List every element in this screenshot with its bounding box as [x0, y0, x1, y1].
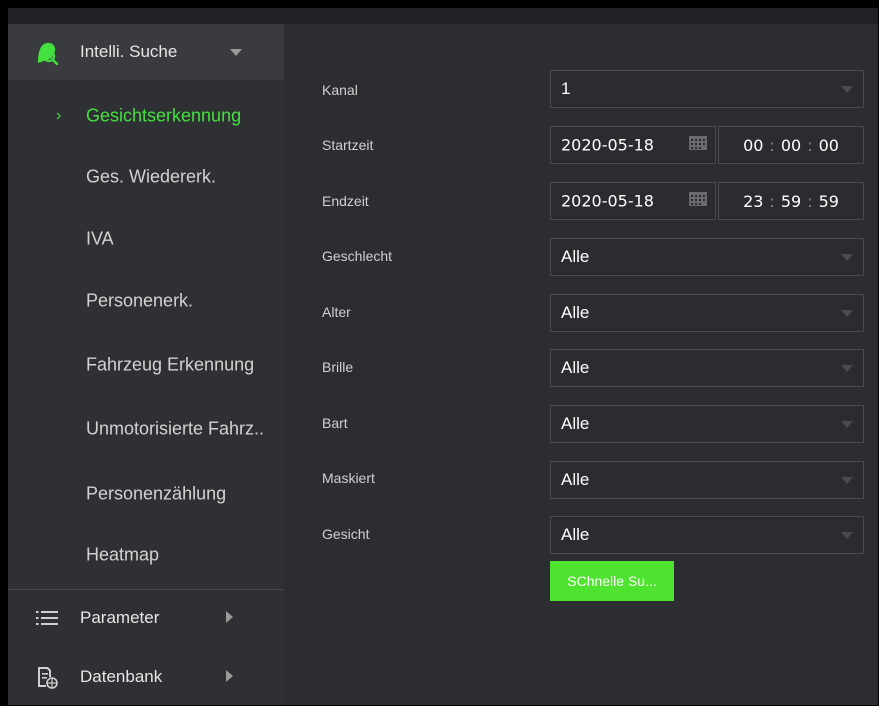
sidebar-section-parameter[interactable]: Parameter	[8, 590, 284, 646]
top-bar	[8, 8, 878, 25]
bart-label: Bart	[322, 415, 348, 431]
start-minute[interactable]: 00	[781, 136, 801, 155]
sidebar-item-personenerk[interactable]: Personenerk.	[8, 271, 284, 331]
list-icon	[34, 605, 60, 631]
time-separator: :	[769, 191, 775, 211]
sidebar-section-intelli-suche[interactable]: Intelli. Suche	[8, 24, 284, 80]
sidebar-item-label: IVA	[86, 228, 114, 249]
sidebar-item-label: Fahrzeug Erkennung	[86, 354, 255, 375]
chevron-right-icon: ›	[56, 107, 62, 124]
end-date-value: 2020-05-18	[561, 191, 654, 211]
dropdown-arrow-icon	[841, 470, 853, 490]
sidebar-section-datenbank[interactable]: Datenbank	[8, 649, 284, 705]
kanal-select[interactable]: 1	[550, 70, 864, 108]
start-time-field[interactable]: 00 : 00 : 00	[718, 126, 864, 164]
sidebar-item-label: Gesichtserkennung	[86, 105, 242, 126]
sidebar-item-label: Unmotorisierte Fahrz..	[86, 418, 265, 439]
calendar-icon[interactable]	[689, 191, 707, 211]
dropdown-arrow-icon	[841, 525, 853, 545]
caret-right-icon	[226, 608, 234, 628]
end-hour[interactable]: 23	[743, 192, 763, 211]
maskiert-select[interactable]: Alle	[550, 461, 864, 499]
caret-down-icon	[230, 42, 242, 62]
sidebar-section-label: Intelli. Suche	[80, 42, 178, 61]
sidebar-item-label: Heatmap	[86, 544, 160, 565]
quick-search-button[interactable]: SChnelle Su...	[550, 561, 674, 601]
brille-label: Brille	[322, 359, 354, 375]
sidebar-item-label: Personenerk.	[86, 290, 194, 311]
alter-value: Alle	[561, 303, 590, 322]
sidebar-item-heatmap[interactable]: Heatmap	[8, 525, 284, 585]
sidebar-item-fahrzeug-erkennung[interactable]: Fahrzeug Erkennung	[8, 335, 284, 395]
kanal-label: Kanal	[322, 82, 358, 98]
start-hour[interactable]: 00	[743, 136, 763, 155]
maskiert-label: Maskiert	[322, 470, 375, 486]
time-separator: :	[807, 191, 813, 211]
database-icon	[34, 664, 60, 690]
start-date-field[interactable]: 2020-05-18	[550, 126, 716, 164]
sidebar-item-personenzaehlung[interactable]: Personenzählung	[8, 464, 284, 524]
end-second[interactable]: 59	[819, 192, 839, 211]
sidebar-item-iva[interactable]: IVA	[8, 209, 284, 269]
time-separator: :	[807, 135, 813, 155]
geschlecht-value: Alle	[561, 247, 590, 266]
gesicht-value: Alle	[561, 525, 590, 544]
sidebar-item-label: Personenzählung	[86, 483, 227, 504]
endzeit-label: Endzeit	[322, 193, 369, 209]
maskiert-value: Alle	[561, 470, 590, 489]
face-search-icon	[34, 39, 60, 66]
dropdown-arrow-icon	[841, 79, 853, 99]
search-form-panel: Kanal 1 Startzeit 2020-05-18 00: 00: 0…	[284, 24, 878, 705]
caret-right-icon	[226, 667, 234, 687]
start-second[interactable]: 00	[819, 136, 839, 155]
start-date-value: 2020-05-18	[561, 135, 654, 155]
sidebar: Intelli. Suche › Gesichtserkennung Ges. …	[8, 24, 284, 705]
gesicht-label: Gesicht	[322, 526, 370, 542]
bart-select[interactable]: Alle	[550, 405, 864, 443]
dropdown-arrow-icon	[841, 414, 853, 434]
dropdown-arrow-icon	[841, 358, 853, 378]
geschlecht-label: Geschlecht	[322, 248, 393, 264]
alter-label: Alter	[322, 304, 351, 320]
brille-value: Alle	[561, 358, 590, 377]
sidebar-item-label: Ges. Wiedererk.	[86, 166, 217, 187]
end-minute[interactable]: 59	[781, 192, 801, 211]
alter-select[interactable]: Alle	[550, 294, 864, 332]
bart-value: Alle	[561, 414, 590, 433]
end-date-field[interactable]: 2020-05-18	[550, 182, 716, 220]
end-time-field[interactable]: 23 : 59 : 59	[718, 182, 864, 220]
kanal-value: 1	[561, 79, 571, 98]
brille-select[interactable]: Alle	[550, 349, 864, 387]
dropdown-arrow-icon	[841, 303, 853, 323]
sidebar-item-gesichtserkennung[interactable]: › Gesichtserkennung	[8, 86, 284, 146]
calendar-icon[interactable]	[689, 135, 707, 155]
gesicht-select[interactable]: Alle	[550, 516, 864, 554]
dropdown-arrow-icon	[841, 247, 853, 267]
time-separator: :	[769, 135, 775, 155]
app-window: Intelli. Suche › Gesichtserkennung Ges. …	[8, 8, 878, 705]
startzeit-label: Startzeit	[322, 137, 374, 153]
sidebar-section-label: Datenbank	[80, 667, 163, 686]
sidebar-item-unmotorisierte-fahrzeuge[interactable]: Unmotorisierte Fahrz..	[8, 399, 284, 459]
sidebar-section-label: Parameter	[80, 608, 160, 627]
geschlecht-select[interactable]: Alle	[550, 238, 864, 276]
sidebar-item-ges-wiedererk[interactable]: Ges. Wiedererk.	[8, 147, 284, 207]
